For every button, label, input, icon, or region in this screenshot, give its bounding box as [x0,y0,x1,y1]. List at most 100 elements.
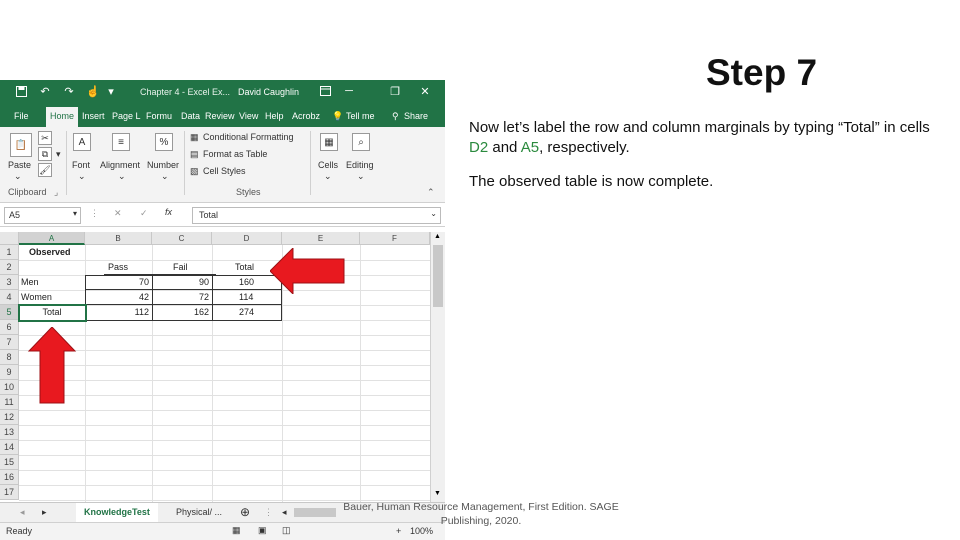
sheet-tab-knowledgetest[interactable]: KnowledgeTest [76,503,158,524]
font-icon[interactable]: A [73,133,91,151]
row-header[interactable]: 8 [0,350,19,365]
close-icon[interactable]: ✕ [418,84,432,98]
scroll-up-icon[interactable]: ▲ [434,233,441,240]
expand-formula-icon[interactable]: ⌄ [430,209,437,218]
row-header[interactable]: 7 [0,335,19,350]
cell-d2[interactable]: Total [235,260,254,275]
number-format-icon[interactable]: % [155,133,173,151]
column-header-e[interactable]: E [282,232,360,245]
row-header[interactable]: 1 [0,245,19,260]
next-sheet-icon[interactable]: ▸ [42,503,47,522]
more-options-icon[interactable]: ⋮ [90,208,99,219]
row-header[interactable]: 15 [0,455,19,470]
active-cell-selection[interactable] [18,304,87,322]
column-header-a[interactable]: A [19,232,85,245]
font-dropdown-icon[interactable]: ⌄ [78,171,86,182]
paste-dropdown-icon[interactable]: ⌄ [14,171,22,182]
row-header[interactable]: 17 [0,485,19,500]
add-sheet-icon[interactable]: ⊕ [240,503,250,522]
row-header[interactable]: 6 [0,320,19,335]
row-header[interactable]: 2 [0,260,19,275]
collapse-ribbon-icon[interactable]: ⌃ [427,187,435,198]
copy-dropdown-icon[interactable]: ▾ [56,149,61,160]
row-header[interactable]: 9 [0,365,19,380]
row-header[interactable]: 13 [0,425,19,440]
tab-home[interactable]: Home [46,107,79,127]
hscroll-left-icon[interactable]: ◂ [282,503,287,522]
tab-data[interactable]: Data [181,111,200,121]
paste-icon[interactable]: 📋 [10,133,32,157]
editing-dropdown-icon[interactable]: ⌄ [357,171,365,182]
cells-button[interactable]: Cells [318,160,338,170]
paste-button[interactable]: Paste [8,160,31,170]
tab-view[interactable]: View [239,111,258,121]
insert-function-icon[interactable]: fx [165,207,172,217]
editing-button[interactable]: Editing [346,160,374,170]
redo-icon[interactable]: ↷ [62,84,76,98]
row-header[interactable]: 14 [0,440,19,455]
cell-c5[interactable]: 162 [152,305,209,320]
cell-d4[interactable]: 114 [239,290,253,305]
copy-icon[interactable]: ⧉ [38,147,52,161]
ribbon-display-icon[interactable] [318,84,332,98]
cell-a3[interactable]: Men [21,275,39,290]
search-icon[interactable]: ⌕ [352,133,370,151]
confirm-entry-icon[interactable]: ✓ [140,208,148,219]
row-header[interactable]: 4 [0,290,19,305]
cell-d5[interactable]: 274 [239,305,254,320]
cell-b4[interactable]: 42 [85,290,149,305]
tab-review[interactable]: Review [205,111,235,121]
tab-formulas[interactable]: Formu [146,111,172,121]
sheet-options-icon[interactable]: ⋮ [264,503,273,522]
customize-qat-icon[interactable]: ▾ [104,84,118,98]
scroll-down-icon[interactable]: ▼ [434,490,441,497]
tab-page-layout[interactable]: Page L [112,111,141,121]
cell-a4[interactable]: Women [21,290,52,305]
cell-c3[interactable]: 90 [152,275,209,290]
tell-me-search[interactable]: Tell me [346,111,375,121]
cell-styles-button[interactable]: Cell Styles [203,166,246,176]
name-box[interactable]: A5 ▾ [4,207,81,224]
format-as-table-button[interactable]: Format as Table [203,149,267,159]
page-break-view-icon[interactable]: ◫ [282,525,291,536]
share-button[interactable]: Share [404,111,428,121]
column-header-c[interactable]: C [152,232,212,245]
undo-icon[interactable]: ↶ [38,84,52,98]
normal-view-icon[interactable]: ▦ [232,525,241,536]
horizontal-scrollbar-thumb[interactable] [294,508,336,517]
touch-mode-icon[interactable]: ☝ [86,84,100,98]
row-header[interactable]: 16 [0,470,19,485]
formula-input[interactable]: Total ⌄ [192,207,441,224]
sheet-tab-physical[interactable]: Physical/ ... [176,503,222,522]
column-header-f[interactable]: F [360,232,430,245]
vertical-scrollbar[interactable]: ▲ ▼ [430,232,445,502]
page-layout-view-icon[interactable]: ▣ [258,525,267,536]
cells-icon[interactable]: ▦ [320,133,338,151]
scrollbar-thumb[interactable] [433,245,443,307]
row-header[interactable]: 12 [0,410,19,425]
alignment-button[interactable]: Alignment [100,160,140,170]
save-icon[interactable] [14,84,28,98]
cell-c4[interactable]: 72 [152,290,209,305]
user-name[interactable]: David Caughlin [238,87,299,97]
cell-d3[interactable]: 160 [239,275,254,290]
alignment-dropdown-icon[interactable]: ⌄ [118,171,126,182]
conditional-formatting-button[interactable]: Conditional Formatting [203,132,294,142]
row-header[interactable]: 11 [0,395,19,410]
name-box-dropdown-icon[interactable]: ▾ [73,209,77,218]
format-painter-icon[interactable]: 🖌 [38,163,52,177]
cut-icon[interactable]: ✂ [38,131,52,145]
tab-help[interactable]: Help [265,111,284,121]
cell-b5[interactable]: 112 [85,305,149,320]
row-header[interactable]: 10 [0,380,19,395]
alignment-icon[interactable]: ≡ [112,133,130,151]
tab-insert[interactable]: Insert [82,111,105,121]
prev-sheet-icon[interactable]: ◂ [20,503,25,522]
minimize-icon[interactable]: ─ [342,84,356,98]
column-header-d[interactable]: D [212,232,282,245]
font-button[interactable]: Font [72,160,90,170]
row-header[interactable]: 5 [0,305,19,320]
number-button[interactable]: Number [147,160,179,170]
clipboard-launcher-icon[interactable]: ⌟ [54,187,58,198]
row-header[interactable]: 3 [0,275,19,290]
